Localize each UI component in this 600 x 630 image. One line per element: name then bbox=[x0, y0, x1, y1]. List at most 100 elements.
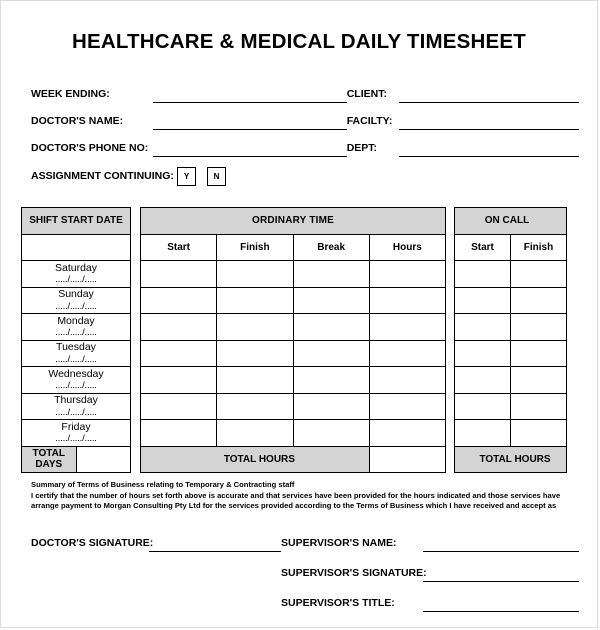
client-input[interactable] bbox=[398, 101, 579, 103]
date-subheader-blank bbox=[21, 233, 131, 261]
date-placeholder: ...../...../..... bbox=[55, 433, 97, 445]
ordinary-break-thursday[interactable] bbox=[292, 392, 370, 420]
day-cell-monday[interactable]: Monday ...../...../..... bbox=[21, 313, 131, 341]
ordinary-break-monday[interactable] bbox=[292, 313, 370, 341]
oncall-start-sunday[interactable] bbox=[454, 286, 511, 314]
ordinary-start-friday[interactable] bbox=[139, 419, 218, 447]
oncall-start-monday[interactable] bbox=[454, 313, 511, 341]
assignment-yes-checkbox[interactable]: Y bbox=[177, 166, 196, 186]
ordinary-start-tuesday[interactable] bbox=[139, 339, 218, 367]
dept-label: DEPT: bbox=[346, 142, 378, 154]
day-cell-thursday[interactable]: Thursday ...../...../..... bbox=[21, 392, 131, 420]
ordinary-finish-thursday[interactable] bbox=[216, 392, 294, 420]
field-supervisor-name: SUPERVISOR'S NAME: bbox=[281, 522, 579, 552]
oncall-start-friday[interactable] bbox=[454, 419, 511, 447]
oncall-total-hours-label: TOTAL HOURS bbox=[453, 445, 568, 473]
facility-input[interactable] bbox=[398, 128, 579, 130]
timesheet-tables: SHIFT START DATE Saturday ...../...../..… bbox=[1, 207, 597, 473]
oncall-finish-saturday[interactable] bbox=[509, 260, 568, 288]
week-ending-input[interactable] bbox=[153, 101, 347, 103]
terms-heading: Summary of Terms of Business relating to… bbox=[31, 480, 295, 489]
oncall-start-saturday[interactable] bbox=[454, 260, 511, 288]
ordinary-start-wednesday[interactable] bbox=[139, 366, 218, 394]
ordinary-total-hours-value[interactable] bbox=[368, 445, 447, 473]
ordinary-start-thursday[interactable] bbox=[139, 392, 218, 420]
supervisor-name-label: SUPERVISOR'S NAME: bbox=[281, 536, 397, 549]
oncall-finish-monday[interactable] bbox=[509, 313, 568, 341]
ordinary-break-tuesday[interactable] bbox=[292, 339, 370, 367]
day-label: Monday bbox=[57, 314, 95, 327]
table-footer-row: TOTAL HOURS bbox=[140, 445, 447, 473]
form-row-week-ending: WEEK ENDING: CLIENT: bbox=[31, 76, 579, 103]
ordinary-hours-thursday[interactable] bbox=[368, 392, 447, 420]
shift-start-date-header: SHIFT START DATE bbox=[21, 207, 131, 235]
ordinary-break-wednesday[interactable] bbox=[292, 366, 370, 394]
doctor-signature-input[interactable] bbox=[149, 550, 281, 552]
day-cell-tuesday[interactable]: Tuesday ...../...../..... bbox=[21, 339, 131, 367]
table-row bbox=[139, 419, 447, 447]
ordinary-hours-monday[interactable] bbox=[368, 313, 447, 341]
ordinary-finish-friday[interactable] bbox=[216, 419, 294, 447]
page-title: HEALTHCARE & MEDICAL DAILY TIMESHEET bbox=[71, 30, 527, 53]
day-cell-wednesday[interactable]: Wednesday ...../...../..... bbox=[21, 366, 131, 394]
oncall-start-tuesday[interactable] bbox=[454, 339, 511, 367]
table-row bbox=[454, 366, 568, 394]
ordinary-finish-wednesday[interactable] bbox=[216, 366, 294, 394]
oncall-finish-wednesday[interactable] bbox=[509, 366, 568, 394]
ordinary-start-monday[interactable] bbox=[139, 313, 218, 341]
on-call-header: ON CALL bbox=[453, 207, 568, 235]
oncall-start-wednesday[interactable] bbox=[454, 366, 511, 394]
day-cell-sunday[interactable]: Sunday ...../...../..... bbox=[21, 286, 131, 314]
day-cell-saturday[interactable]: Saturday ...../...../..... bbox=[21, 260, 131, 288]
supervisor-title-input[interactable] bbox=[423, 610, 579, 612]
doctor-signature-label: DOCTOR'S SIGNATURE: bbox=[31, 536, 154, 549]
ordinary-time-header: ORDINARY TIME bbox=[140, 207, 446, 235]
ordinary-break-sunday[interactable] bbox=[292, 286, 370, 314]
total-days-value[interactable] bbox=[75, 445, 131, 473]
assignment-no-checkbox[interactable]: N bbox=[207, 166, 226, 186]
day-label: Saturday bbox=[54, 261, 98, 274]
column-header-oncall-start: Start bbox=[454, 233, 511, 261]
supervisor-signature-input[interactable] bbox=[423, 580, 579, 582]
ordinary-break-saturday[interactable] bbox=[292, 260, 370, 288]
oncall-finish-thursday[interactable] bbox=[509, 392, 568, 420]
table-header-row: SHIFT START DATE bbox=[21, 207, 131, 235]
header-form: WEEK ENDING: CLIENT: DOCTOR'S NAME: FACI… bbox=[1, 76, 597, 193]
field-week-ending: WEEK ENDING: bbox=[31, 88, 347, 103]
table-row: Thursday ...../...../..... bbox=[21, 392, 131, 420]
ordinary-time-table: ORDINARY TIME Start Finish Break Hours T… bbox=[139, 207, 447, 473]
table-row bbox=[139, 366, 447, 394]
supervisor-name-input[interactable] bbox=[423, 550, 579, 552]
table-header-row: ORDINARY TIME bbox=[140, 207, 446, 235]
dept-input[interactable] bbox=[398, 155, 579, 157]
ordinary-hours-tuesday[interactable] bbox=[368, 339, 447, 367]
oncall-start-thursday[interactable] bbox=[454, 392, 511, 420]
date-placeholder: ...../...../..... bbox=[55, 300, 97, 312]
ordinary-finish-monday[interactable] bbox=[216, 313, 294, 341]
ordinary-hours-sunday[interactable] bbox=[368, 286, 447, 314]
day-cell-friday[interactable]: Friday ...../...../..... bbox=[21, 419, 131, 447]
table-footer-row: TOTAL DAYS bbox=[21, 445, 131, 473]
day-label: Sunday bbox=[58, 288, 94, 301]
ordinary-start-saturday[interactable] bbox=[139, 260, 218, 288]
table-row: Saturday ...../...../..... bbox=[21, 260, 131, 288]
ordinary-start-sunday[interactable] bbox=[139, 286, 218, 314]
oncall-finish-tuesday[interactable] bbox=[509, 339, 568, 367]
ordinary-hours-saturday[interactable] bbox=[368, 260, 447, 288]
terms-line-2: arrange payment to Morgan Consulting Pty… bbox=[31, 501, 557, 511]
ordinary-finish-sunday[interactable] bbox=[216, 286, 294, 314]
ordinary-finish-tuesday[interactable] bbox=[216, 339, 294, 367]
oncall-finish-sunday[interactable] bbox=[509, 286, 568, 314]
doctors-name-input[interactable] bbox=[153, 128, 347, 130]
table-row: Sunday ...../...../..... bbox=[21, 286, 131, 314]
timesheet-page: HEALTHCARE & MEDICAL DAILY TIMESHEET WEE… bbox=[0, 0, 598, 628]
table-row bbox=[139, 313, 447, 341]
column-header-break: Break bbox=[292, 233, 370, 261]
doctors-phone-input[interactable] bbox=[153, 155, 347, 157]
ordinary-break-friday[interactable] bbox=[292, 419, 370, 447]
day-label: Wednesday bbox=[48, 367, 104, 380]
ordinary-hours-wednesday[interactable] bbox=[368, 366, 447, 394]
oncall-finish-friday[interactable] bbox=[509, 419, 568, 447]
ordinary-finish-saturday[interactable] bbox=[216, 260, 294, 288]
ordinary-hours-friday[interactable] bbox=[368, 419, 447, 447]
